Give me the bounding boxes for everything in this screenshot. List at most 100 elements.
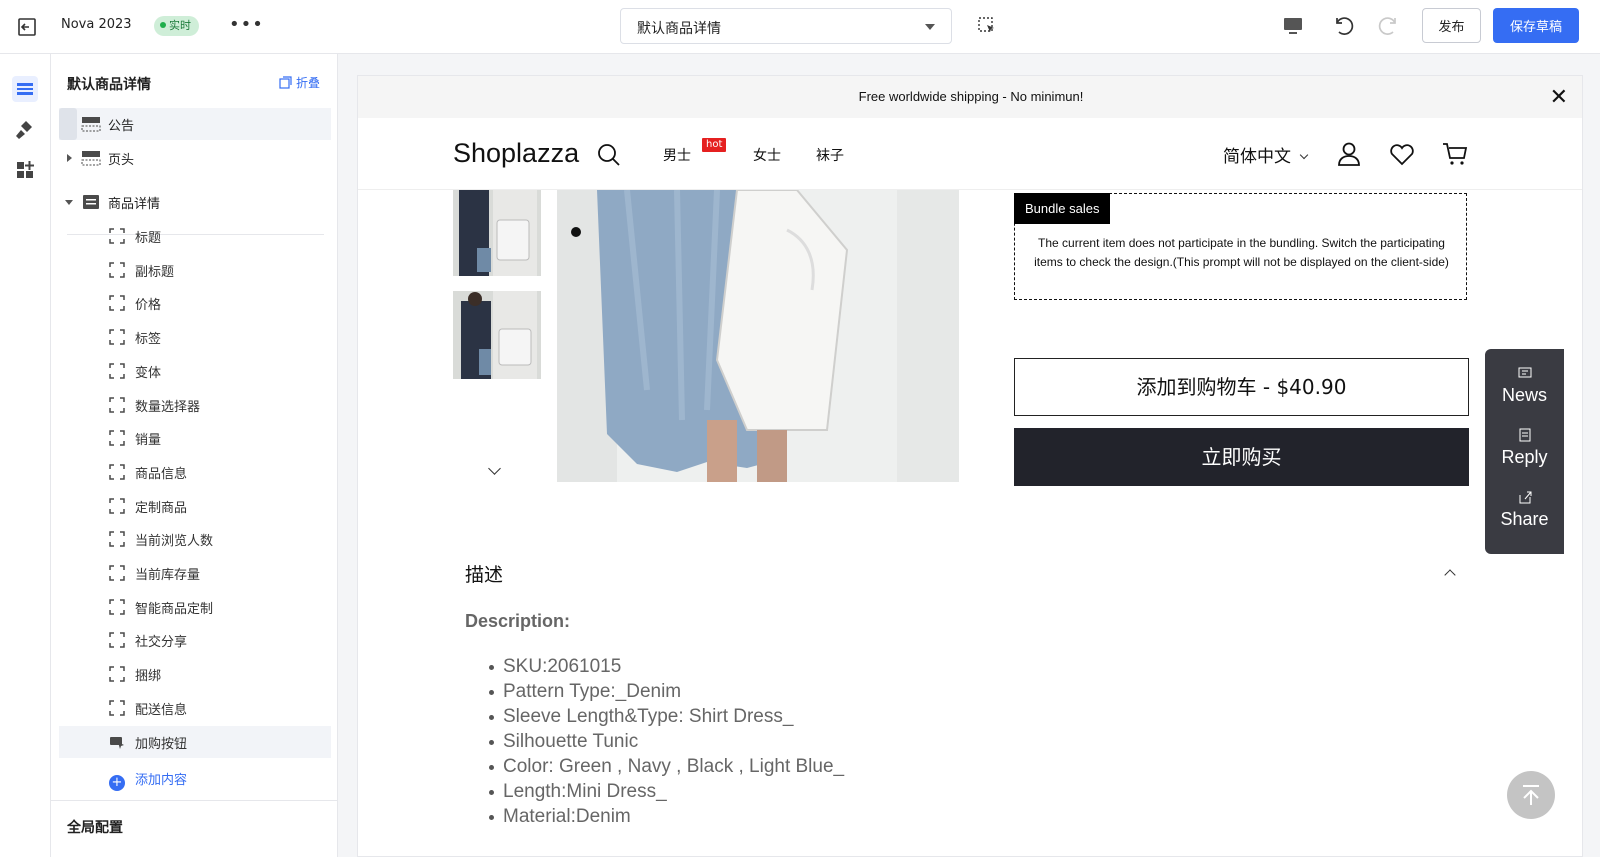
section-product-detail[interactable]: 商品详情 — [59, 186, 331, 218]
nav-item-women[interactable]: 女士 — [753, 145, 781, 165]
hot-badge: hot — [702, 138, 727, 152]
cart-icon[interactable] — [1441, 140, 1469, 168]
collapse-icon — [279, 76, 292, 89]
block-item[interactable]: 当前库存量 — [59, 557, 331, 589]
block-item[interactable]: 捆绑 — [59, 658, 331, 690]
user-icon[interactable] — [1335, 140, 1363, 168]
block-label: 变体 — [135, 366, 162, 381]
sections-icon[interactable] — [12, 76, 38, 102]
shop-logo[interactable]: Shoplazza — [453, 138, 579, 169]
block-icon — [109, 700, 125, 716]
block-item[interactable]: 数量选择器 — [59, 389, 331, 421]
collapse-arrow-icon[interactable] — [65, 200, 73, 205]
section-header[interactable]: 页头 — [59, 142, 331, 174]
save-draft-button[interactable]: 保存草稿 — [1493, 8, 1579, 43]
nav-item-men[interactable]: 男士 — [663, 145, 691, 165]
block-item[interactable]: 商品信息 — [59, 456, 331, 488]
social-news[interactable]: News — [1485, 365, 1564, 406]
section-announcement[interactable]: 公告 — [59, 108, 331, 140]
description-item: Color: Green , Navy , Black , Light Blue… — [488, 756, 845, 777]
publish-button[interactable]: 发布 — [1422, 8, 1481, 43]
language-label: 简体中文 — [1223, 147, 1291, 167]
social-share[interactable]: Share — [1485, 489, 1564, 530]
product-thumbnail[interactable] — [453, 291, 541, 379]
section-label: 商品详情 — [108, 197, 161, 212]
drag-handle-icon[interactable] — [59, 108, 77, 140]
add-content-button[interactable]: + 添加内容 — [109, 769, 187, 791]
announcement-bar: Free worldwide shipping - No minimun! ✕ — [358, 76, 1582, 118]
block-icon — [109, 666, 125, 682]
block-label: 当前库存量 — [135, 568, 201, 583]
block-item[interactable]: 标签 — [59, 321, 331, 353]
block-icon — [109, 531, 125, 547]
live-dot-icon — [160, 22, 166, 28]
block-label: 社交分享 — [135, 635, 188, 650]
product-thumbnail[interactable] — [453, 190, 541, 276]
block-icon — [109, 295, 125, 311]
heart-icon[interactable] — [1388, 140, 1416, 168]
social-reply[interactable]: Reply — [1485, 427, 1564, 468]
more-menu-button[interactable]: ••• — [229, 14, 264, 35]
block-item[interactable]: 社交分享 — [59, 624, 331, 656]
global-config[interactable]: 全局配置 — [51, 800, 338, 857]
block-item[interactable]: 变体 — [59, 355, 331, 387]
buy-now-button[interactable]: 立即购买 — [1014, 428, 1469, 486]
block-icon — [109, 262, 125, 278]
block-icon — [109, 397, 125, 413]
chevron-down-icon — [925, 24, 935, 30]
add-content-label: 添加内容 — [135, 773, 188, 788]
back-to-top-button[interactable] — [1507, 771, 1555, 819]
live-badge: 实时 — [154, 16, 199, 36]
block-label: 副标题 — [135, 265, 175, 280]
product-photo — [557, 190, 959, 482]
announcement-text: Free worldwide shipping - No minimun! — [858, 89, 1084, 104]
exit-icon[interactable] — [16, 16, 38, 38]
section-label: 公告 — [108, 119, 135, 134]
undo-icon[interactable] — [1331, 14, 1355, 38]
nav-item-socks[interactable]: 袜子 — [816, 145, 844, 165]
description-item: SKU:2061015 — [488, 654, 844, 679]
block-item[interactable]: 价格 — [59, 287, 331, 319]
tool-rail — [0, 54, 51, 857]
expand-arrow-icon[interactable] — [67, 154, 72, 162]
block-item[interactable]: 销量 — [59, 422, 331, 454]
collapse-button[interactable]: 折叠 — [279, 74, 320, 91]
block-item[interactable]: 定制商品 — [59, 490, 331, 522]
block-item[interactable]: 副标题 — [59, 254, 331, 286]
block-icon — [109, 430, 125, 446]
block-icon — [109, 565, 125, 581]
add-to-cart-button[interactable]: 添加到购物车 - $40.90 — [1014, 358, 1469, 416]
block-item[interactable]: 标题 — [59, 220, 331, 252]
social-sidebar: News Reply Share — [1485, 349, 1564, 554]
block-item[interactable]: 智能商品定制 — [59, 591, 331, 623]
template-select[interactable]: 默认商品详情 — [620, 8, 952, 44]
chevron-down-icon — [1299, 150, 1309, 160]
section-icon — [81, 117, 101, 132]
block-label: 智能商品定制 — [135, 602, 214, 617]
desktop-preview-icon[interactable] — [1282, 15, 1304, 37]
block-item[interactable]: 加购按钮 — [59, 726, 331, 758]
search-icon[interactable] — [596, 142, 622, 168]
description-list: SKU:2061015 Pattern Type:_Denim Sleeve Len… — [488, 654, 845, 829]
thumbnail-next-icon[interactable] — [488, 462, 501, 475]
product-section-icon — [83, 195, 99, 209]
global-config-label: 全局配置 — [67, 820, 123, 836]
block-label: 数量选择器 — [135, 400, 201, 415]
description-heading[interactable]: 描述 — [465, 560, 503, 587]
redo-icon[interactable] — [1377, 14, 1401, 38]
block-item[interactable]: 当前浏览人数 — [59, 523, 331, 555]
apps-icon[interactable] — [12, 157, 38, 183]
sections-panel: 默认商品详情 折叠 公告 页头 商品详情 标题 副标题 价格 标签 变体 数量选择器 销量商… — [51, 54, 338, 857]
close-icon[interactable]: ✕ — [1550, 76, 1568, 118]
product-main-image[interactable] — [557, 190, 959, 482]
block-icon — [109, 228, 125, 244]
store-preview: Free worldwide shipping - No minimun! ✕ … — [357, 75, 1583, 857]
chevron-up-icon[interactable] — [1444, 569, 1456, 581]
inspect-select-icon[interactable] — [977, 16, 997, 36]
plus-icon: + — [109, 775, 125, 791]
block-label: 加购按钮 — [135, 737, 188, 752]
block-icon — [109, 632, 125, 648]
block-item[interactable]: 配送信息 — [59, 692, 331, 724]
language-select[interactable]: 简体中文 — [1223, 142, 1309, 167]
theme-style-icon[interactable] — [12, 117, 38, 143]
